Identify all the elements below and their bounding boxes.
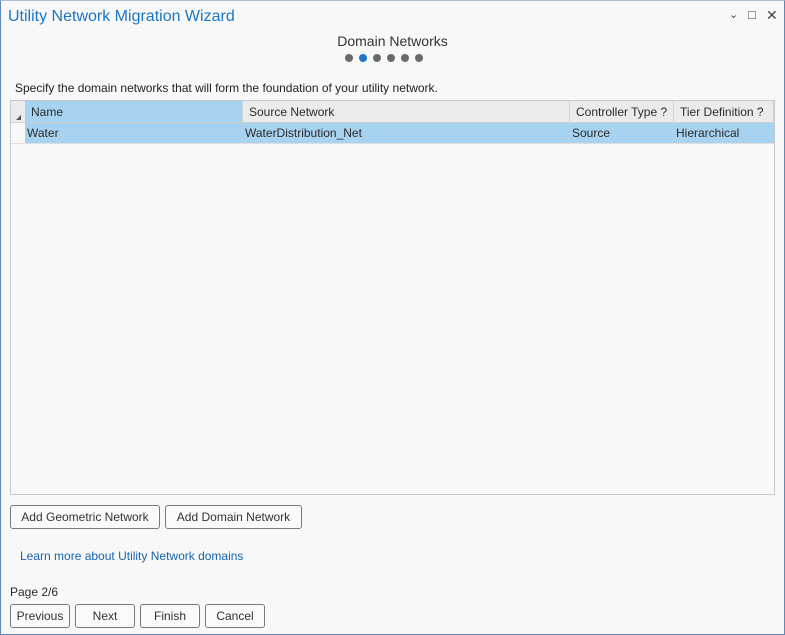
chevron-down-icon[interactable]: ⌄: [729, 8, 738, 21]
select-all-corner[interactable]: [11, 101, 25, 123]
step-title: Domain Networks: [337, 33, 448, 49]
window-title: Utility Network Migration Wizard: [8, 8, 235, 25]
add-domain-network-button[interactable]: Add Domain Network: [165, 505, 302, 529]
close-icon[interactable]: ✕: [766, 7, 778, 24]
step-dot: [345, 54, 353, 62]
maximize-icon[interactable]: □: [748, 7, 756, 22]
table-row[interactable]: Water WaterDistribution_Net Source Hiera…: [25, 123, 774, 143]
table-header: Name Source Network Controller Type ? Ti…: [11, 101, 774, 123]
step-indicator: [345, 54, 423, 62]
column-header-source-network[interactable]: Source Network: [243, 101, 570, 122]
step-dot: [387, 54, 395, 62]
page-indicator: Page 2/6: [10, 585, 59, 599]
row-divider: [11, 143, 774, 144]
domain-networks-table: Name Source Network Controller Type ? Ti…: [10, 100, 775, 495]
learn-more-link[interactable]: Learn more about Utility Network domains: [20, 549, 243, 563]
step-dot: [373, 54, 381, 62]
previous-button[interactable]: Previous: [10, 604, 70, 628]
finish-button[interactable]: Finish: [140, 604, 200, 628]
add-geometric-network-button[interactable]: Add Geometric Network: [10, 505, 160, 529]
cell-controller-type[interactable]: Source: [570, 123, 674, 143]
column-header-controller-type[interactable]: Controller Type ?: [570, 101, 674, 122]
cancel-button[interactable]: Cancel: [205, 604, 265, 628]
cell-name[interactable]: Water: [25, 123, 243, 143]
step-dot-current: [359, 54, 367, 62]
column-header-name[interactable]: Name: [25, 101, 243, 122]
step-dot: [401, 54, 409, 62]
cell-tier-definition[interactable]: Hierarchical: [674, 123, 774, 143]
column-header-tier-definition[interactable]: Tier Definition ?: [674, 101, 774, 122]
instructions: Specify the domain networks that will fo…: [15, 81, 438, 95]
step-dot: [415, 54, 423, 62]
cell-source-network[interactable]: WaterDistribution_Net: [243, 123, 570, 143]
next-button[interactable]: Next: [75, 604, 135, 628]
